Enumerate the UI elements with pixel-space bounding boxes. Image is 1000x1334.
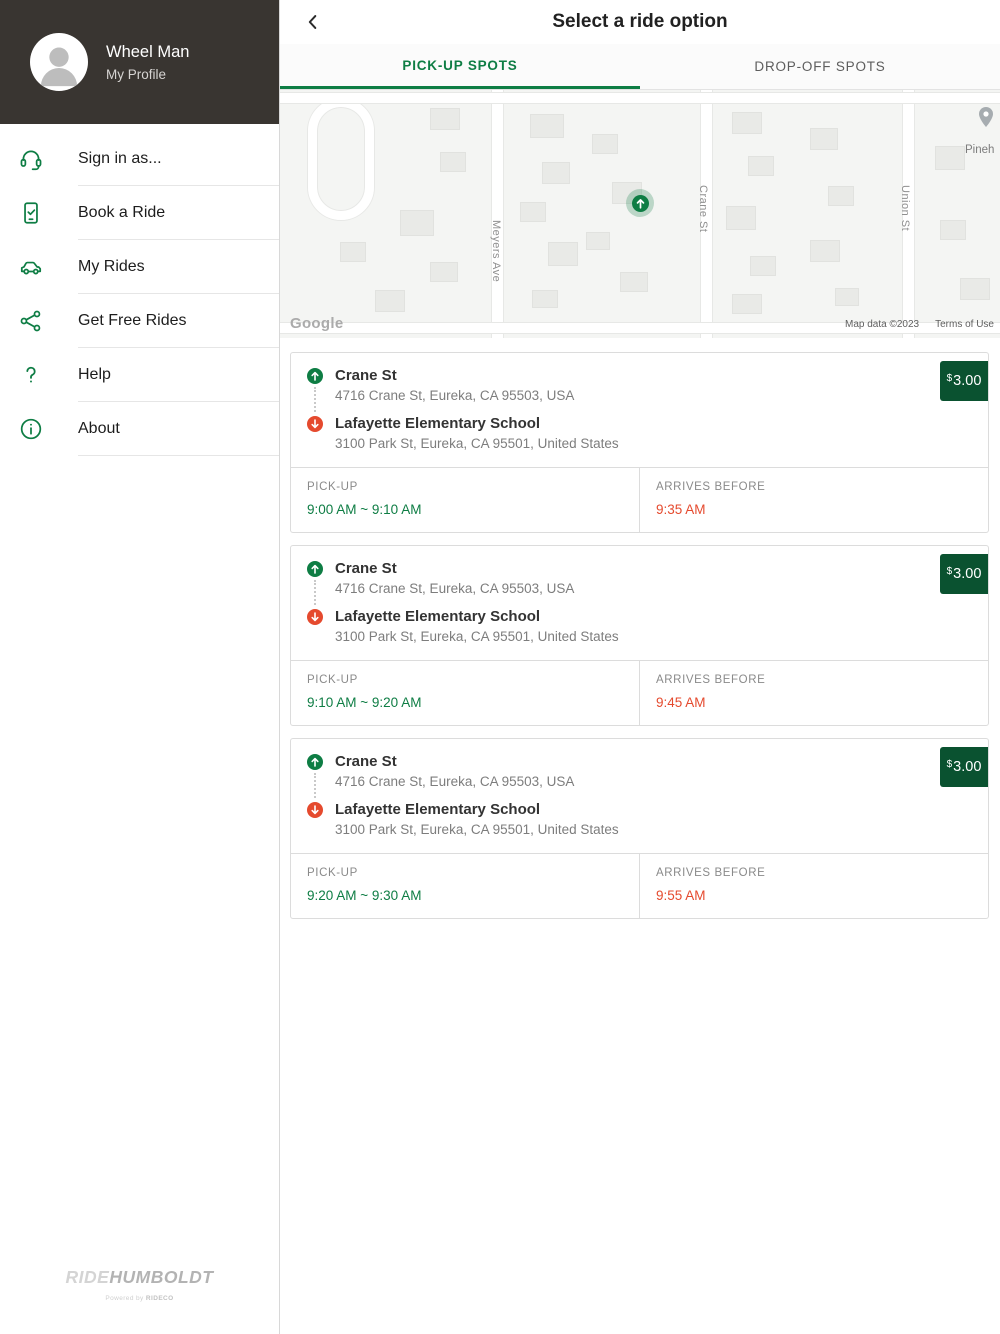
dropoff-name: Lafayette Elementary School [335, 801, 541, 818]
ride-option-card[interactable]: Crane St 4716 Crane St, Eureka, CA 95503… [290, 738, 989, 919]
pickup-address: 4716 Crane St, Eureka, CA 95503, USA [335, 388, 575, 403]
ride-option-card[interactable]: Crane St 4716 Crane St, Eureka, CA 95503… [290, 352, 989, 533]
avatar [30, 33, 88, 91]
pickup-window: 9:10 AM ~ 9:20 AM [307, 695, 422, 710]
map-road-meyers [491, 90, 504, 338]
price-badge: $3.00 [940, 747, 988, 787]
route-connector [314, 580, 316, 605]
question-icon [0, 362, 62, 388]
poi-label-pinehurst: Pineh [965, 144, 995, 156]
pickup-icon [307, 368, 323, 384]
pickup-address: 4716 Crane St, Eureka, CA 95503, USA [335, 774, 575, 789]
car-icon [0, 254, 62, 280]
arrives-time: 9:45 AM [656, 695, 706, 710]
street-label-union-st: Union St [899, 185, 911, 232]
arrives-time: 9:35 AM [656, 502, 706, 517]
sidebar-item-label: About [78, 402, 279, 456]
info-icon [0, 416, 62, 442]
map[interactable]: Meyers Ave Crane St Union St Pineh Googl… [280, 90, 1000, 338]
chevron-left-icon [308, 15, 317, 29]
dropoff-address: 3100 Park St, Eureka, CA 95501, United S… [335, 822, 619, 837]
profile-name: Wheel Man [106, 42, 190, 61]
pickup-name: Crane St [335, 367, 397, 384]
main-panel: Select a ride option PICK-UP SPOTS DROP-… [280, 0, 1000, 1334]
tab-bar: PICK-UP SPOTS DROP-OFF SPOTS [280, 44, 1000, 90]
sidebar-item-about[interactable]: About [0, 402, 279, 456]
arrives-before-label: ARRIVES BEFORE [656, 867, 766, 879]
pickup-window: 9:20 AM ~ 9:30 AM [307, 888, 422, 903]
dropoff-icon [307, 802, 323, 818]
map-loop-road [308, 98, 374, 220]
sidebar-item-book-a-ride[interactable]: Book a Ride [0, 186, 279, 240]
pickup-window: 9:00 AM ~ 9:10 AM [307, 502, 422, 517]
price-badge: $3.00 [940, 554, 988, 594]
arrives-time-column: ARRIVES BEFORE 9:45 AM [639, 661, 988, 725]
booking-check-icon [0, 200, 62, 226]
terms-of-use-link[interactable]: Terms of Use [935, 319, 994, 330]
arrives-before-label: ARRIVES BEFORE [656, 481, 766, 493]
street-label-crane-st: Crane St [697, 185, 709, 233]
map-pin-icon [974, 104, 998, 135]
pickup-label: PICK-UP [307, 481, 358, 493]
top-bar: Select a ride option [280, 0, 1000, 44]
sidebar-item-get-free-rides[interactable]: Get Free Rides [0, 294, 279, 348]
ride-option-card[interactable]: Crane St 4716 Crane St, Eureka, CA 95503… [290, 545, 989, 726]
dropoff-name: Lafayette Elementary School [335, 415, 541, 432]
sidebar-item-label: Help [78, 348, 279, 402]
sidebar-item-my-rides[interactable]: My Rides [0, 240, 279, 294]
powered-by-rideco: Powered by RIDECO [105, 1295, 174, 1302]
ride-options-list: Crane St 4716 Crane St, Eureka, CA 95503… [280, 338, 1000, 919]
pickup-icon [307, 561, 323, 577]
sidebar-item-label: Book a Ride [78, 186, 279, 240]
headset-icon [0, 146, 62, 172]
dropoff-icon [307, 416, 323, 432]
arrives-time: 9:55 AM [656, 888, 706, 903]
arrives-before-label: ARRIVES BEFORE [656, 674, 766, 686]
person-silhouette-icon [40, 47, 78, 87]
sidebar-menu: Sign in as... Book a Ride My Rides Get F… [0, 124, 279, 456]
arrives-time-column: ARRIVES BEFORE 9:55 AM [639, 854, 988, 918]
sidebar: Wheel Man My Profile Sign in as... Book … [0, 0, 280, 1334]
dropoff-address: 3100 Park St, Eureka, CA 95501, United S… [335, 629, 619, 644]
map-data-attribution: Map data ©2023 [845, 319, 920, 330]
back-button[interactable] [294, 0, 332, 44]
tab-dropoff-spots[interactable]: DROP-OFF SPOTS [640, 44, 1000, 89]
pickup-marker-icon [631, 194, 649, 212]
profile-subtitle: My Profile [106, 66, 167, 82]
pickup-time-column: PICK-UP 9:00 AM ~ 9:10 AM [291, 468, 639, 532]
pickup-name: Crane St [335, 560, 397, 577]
route-connector [314, 773, 316, 798]
sidebar-item-label: Get Free Rides [78, 294, 279, 348]
sidebar-item-label: My Rides [78, 240, 279, 294]
google-logo: Google [290, 315, 344, 332]
sidebar-item-help[interactable]: Help [0, 348, 279, 402]
sidebar-item-sign-in[interactable]: Sign in as... [0, 132, 279, 186]
pickup-time-column: PICK-UP 9:20 AM ~ 9:30 AM [291, 854, 639, 918]
dropoff-address: 3100 Park St, Eureka, CA 95501, United S… [335, 436, 619, 451]
sidebar-item-label: Sign in as... [78, 132, 279, 186]
pickup-time-column: PICK-UP 9:10 AM ~ 9:20 AM [291, 661, 639, 725]
map-road-horizontal-top [280, 92, 1000, 104]
pickup-icon [307, 754, 323, 770]
pickup-label: PICK-UP [307, 674, 358, 686]
tab-pickup-spots[interactable]: PICK-UP SPOTS [280, 44, 640, 89]
page-title: Select a ride option [552, 11, 728, 32]
ridehumboldt-logo: RIDEHUMBOLDT [65, 1267, 214, 1287]
pickup-name: Crane St [335, 753, 397, 770]
profile-header[interactable]: Wheel Man My Profile [0, 0, 279, 124]
dropoff-name: Lafayette Elementary School [335, 608, 541, 625]
arrives-time-column: ARRIVES BEFORE 9:35 AM [639, 468, 988, 532]
pickup-address: 4716 Crane St, Eureka, CA 95503, USA [335, 581, 575, 596]
pickup-label: PICK-UP [307, 867, 358, 879]
share-icon [0, 308, 62, 334]
street-label-meyers-ave: Meyers Ave [490, 220, 502, 283]
pickup-spot-marker[interactable] [626, 189, 654, 217]
price-badge: $3.00 [940, 361, 988, 401]
dropoff-icon [307, 609, 323, 625]
route-connector [314, 387, 316, 412]
